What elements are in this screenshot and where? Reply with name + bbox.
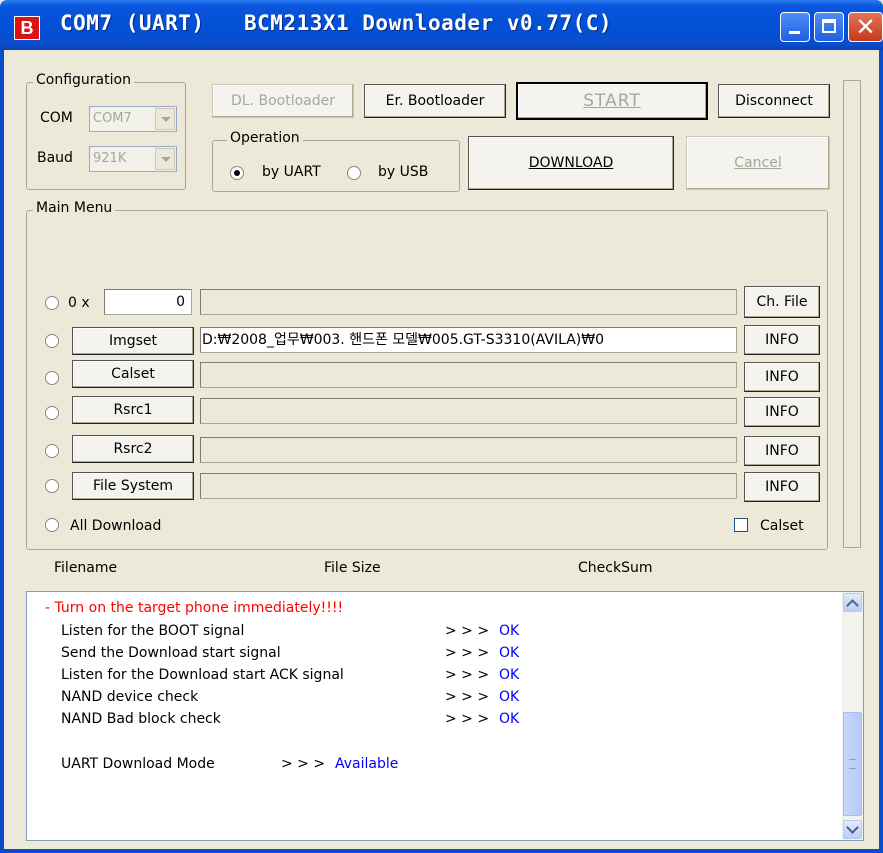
download-button[interactable]: DOWNLOAD [468, 136, 674, 190]
app-icon: B [14, 16, 40, 40]
start-button[interactable]: START [516, 82, 708, 120]
calset-path-field[interactable] [200, 362, 737, 388]
operation-legend: Operation [227, 130, 303, 146]
scrollbar-thumb[interactable] [843, 712, 862, 816]
log-line-arrow: > > > [445, 623, 490, 639]
by-usb-label[interactable]: by USB [378, 164, 428, 180]
imgset-radio[interactable] [45, 334, 59, 348]
start-button-label: START [583, 91, 641, 111]
hex-address-radio[interactable] [45, 296, 59, 310]
log-line-text: Send the Download start signal [61, 645, 281, 661]
scroll-up-icon[interactable] [843, 593, 862, 612]
baud-select[interactable]: 921K [89, 146, 177, 172]
cancel-button[interactable]: Cancel [686, 136, 830, 190]
calset-info-button[interactable]: INFO [744, 362, 820, 392]
rsrc2-path-field[interactable] [200, 437, 737, 463]
baud-label: Baud [37, 150, 73, 166]
chevron-down-icon[interactable] [155, 108, 175, 130]
title-bar[interactable]: B COM7 (UART) BCM213X1 Downloader v0.77(… [0, 0, 883, 50]
log-line-arrow: > > > [445, 689, 490, 705]
hex-address-input[interactable]: 0 [104, 289, 192, 315]
log-output[interactable]: - Turn on the target phone immediately!!… [26, 591, 864, 841]
all-download-label[interactable]: All Download [70, 518, 161, 534]
rsrc1-info-button[interactable]: INFO [744, 397, 820, 427]
dl-bootloader-button[interactable]: DL. Bootloader [212, 84, 354, 118]
er-bootloader-button[interactable]: Er. Bootloader [364, 84, 506, 118]
scroll-down-icon[interactable] [843, 820, 862, 839]
calset-checkbox-label[interactable]: Calset [760, 518, 804, 534]
com-select[interactable]: COM7 [89, 106, 177, 132]
side-panel [843, 80, 861, 548]
com-label: COM [40, 110, 73, 126]
log-line-arrow: > > > [445, 667, 490, 683]
checksum-column-header: CheckSum [578, 560, 653, 576]
window-title: COM7 (UART) BCM213X1 Downloader v0.77(C) [60, 11, 613, 35]
file-size-column-header: File Size [324, 560, 381, 576]
by-uart-label[interactable]: by UART [262, 164, 321, 180]
download-mode-label: UART Download Mode [61, 756, 215, 772]
log-line-text: Listen for the BOOT signal [61, 623, 245, 639]
file-system-radio[interactable] [45, 479, 59, 493]
chevron-down-icon[interactable] [155, 148, 175, 170]
calset-checkbox[interactable] [734, 518, 748, 532]
hex-prefix-label: 0 x [68, 295, 90, 311]
baud-select-value: 921K [93, 151, 127, 166]
disconnect-button[interactable]: Disconnect [718, 84, 830, 118]
close-icon: ✕ [855, 13, 876, 41]
imgset-info-button[interactable]: INFO [744, 325, 820, 355]
rsrc1-path-field[interactable] [200, 398, 737, 424]
download-button-label: DOWNLOAD [528, 155, 614, 171]
configuration-legend: Configuration [33, 72, 134, 88]
rsrc2-info-button[interactable]: INFO [744, 436, 820, 466]
imgset-path-field[interactable]: D:₩2008_업무₩003. 핸드폰 모델₩005.GT-S3310(AVIL… [200, 327, 737, 353]
maximize-button[interactable] [814, 12, 844, 42]
log-line-status: OK [499, 623, 520, 639]
imgset-button[interactable]: Imgset [72, 327, 194, 355]
ch-file-button[interactable]: Ch. File [744, 286, 820, 318]
log-line-text: NAND device check [61, 689, 199, 705]
log-warning: - Turn on the target phone immediately!!… [45, 600, 344, 616]
filename-column-header: Filename [54, 560, 118, 576]
by-usb-radio[interactable] [347, 166, 361, 180]
download-mode-status: Available [335, 756, 399, 772]
log-line-status: OK [499, 689, 520, 705]
rsrc2-radio[interactable] [45, 444, 59, 458]
rsrc2-button[interactable]: Rsrc2 [72, 435, 194, 463]
by-uart-radio[interactable] [230, 166, 244, 180]
log-line-text: NAND Bad block check [61, 711, 221, 727]
log-line-arrow: > > > [445, 711, 490, 727]
main-menu-legend: Main Menu [33, 200, 116, 216]
log-line-status: OK [499, 711, 520, 727]
close-button[interactable]: ✕ [848, 12, 883, 42]
file-system-path-field[interactable] [200, 473, 737, 499]
file-system-info-button[interactable]: INFO [744, 472, 820, 502]
log-line-status: OK [499, 667, 520, 683]
log-line-text: Listen for the Download start ACK signal [61, 667, 344, 683]
rsrc1-button[interactable]: Rsrc1 [72, 396, 194, 424]
download-mode-arrow: > > > [281, 756, 326, 772]
com-select-value: COM7 [93, 111, 132, 126]
configuration-group: Configuration [26, 72, 186, 190]
cancel-button-label: Cancel [734, 155, 782, 171]
calset-radio[interactable] [45, 371, 59, 385]
file-system-button[interactable]: File System [72, 472, 194, 500]
log-scrollbar[interactable] [842, 592, 863, 840]
log-line-arrow: > > > [445, 645, 490, 661]
minimize-button[interactable] [780, 12, 810, 42]
rsrc1-radio[interactable] [45, 406, 59, 420]
log-line-status: OK [499, 645, 520, 661]
hex-path-field[interactable] [200, 289, 737, 315]
all-download-radio[interactable] [45, 518, 59, 532]
calset-button[interactable]: Calset [72, 360, 194, 388]
